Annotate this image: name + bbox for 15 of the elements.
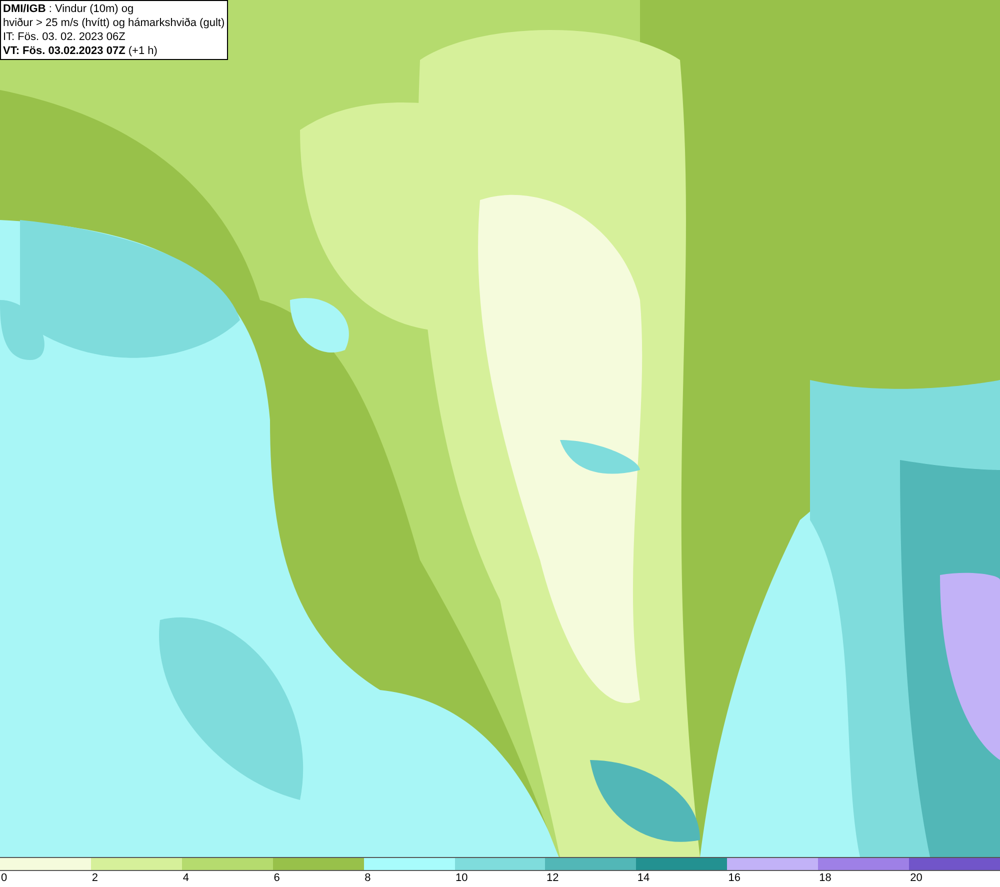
legend-label: 8: [364, 872, 371, 885]
map-info-line: IT: Fös. 03. 02. 2023 06Z: [3, 30, 126, 44]
legend-label: 14: [637, 872, 650, 885]
legend-label: 18: [819, 872, 832, 885]
legend-label: 0: [1, 872, 8, 885]
legend-label: 2: [92, 872, 98, 885]
legend-label: 10: [456, 872, 468, 885]
legend-label: 16: [728, 872, 741, 885]
map-info-line: VT: Fös. 03.02.2023 07Z (+1 h): [3, 44, 158, 58]
legend-label: 20: [910, 872, 922, 885]
map-info-line: hviður > 25 m/s (hvítt) og hámarkshviða (gult): [3, 16, 225, 30]
legend-label: 6: [274, 872, 280, 885]
legend-label: 4: [182, 872, 189, 885]
legend-label: 12: [546, 872, 559, 885]
map-info-line: DMI/IGB : Vindur (10m) og: [3, 2, 135, 16]
